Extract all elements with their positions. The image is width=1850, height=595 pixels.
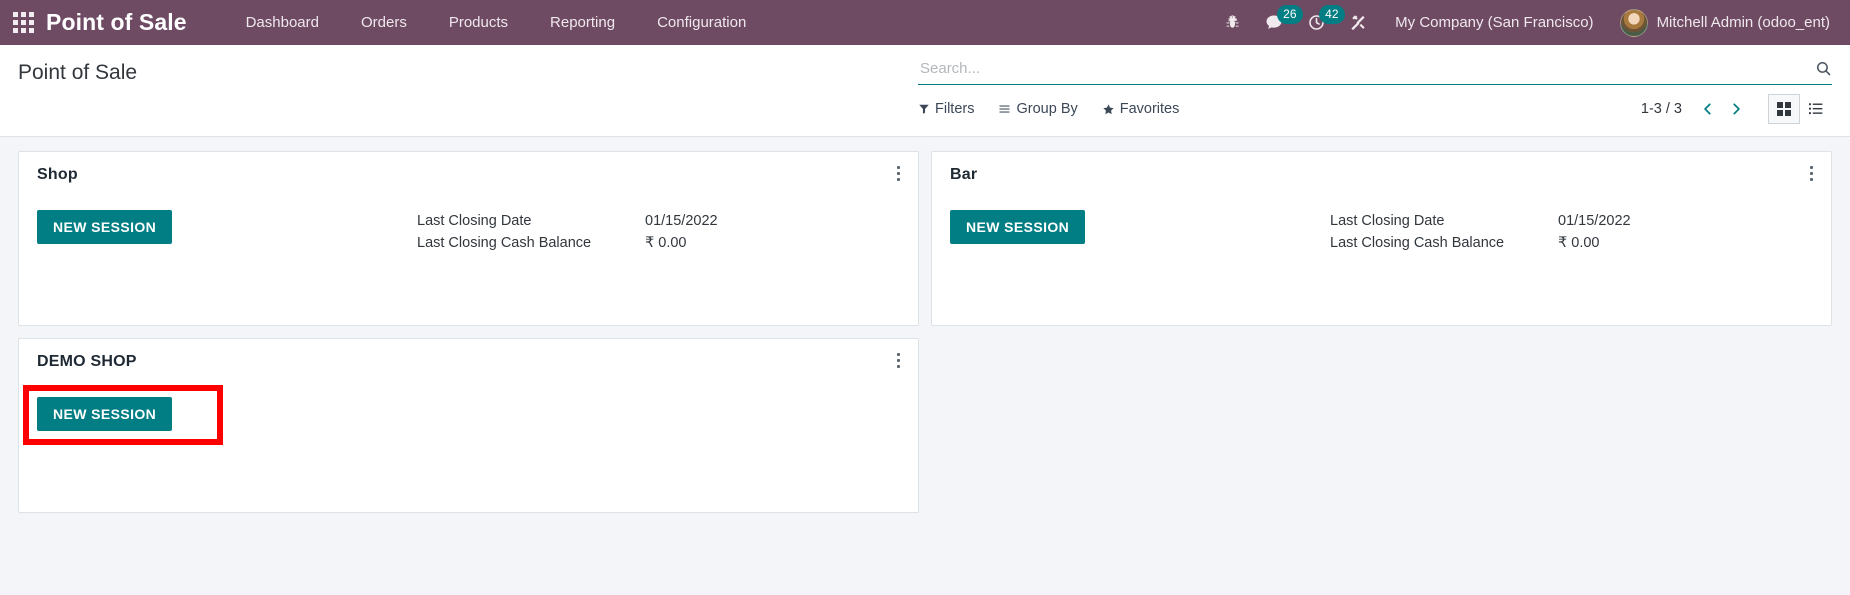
messages-icon[interactable]: 26 (1253, 0, 1303, 45)
kebab-menu-icon[interactable] (1806, 164, 1817, 183)
search-bar[interactable] (918, 55, 1832, 85)
pos-config-card[interactable]: DEMO SHOP NEW SESSION (18, 338, 919, 513)
new-session-wrapper: NEW SESSION (950, 210, 1330, 244)
group-by-button[interactable]: Group By (998, 101, 1078, 117)
control-panel: Point of Sale Filters Group By (0, 45, 1850, 137)
card-body: NEW SESSION (23, 385, 900, 445)
kebab-menu-icon[interactable] (893, 164, 904, 183)
apps-dot (12, 20, 18, 25)
apps-dot (20, 20, 26, 25)
developer-tools-icon[interactable] (1337, 0, 1379, 45)
pager-and-views: 1-3 / 3 (1641, 94, 1832, 124)
apps-grid-icon[interactable] (10, 10, 36, 36)
pos-config-card[interactable]: Shop NEW SESSION Last Closing Date 01/15… (18, 151, 919, 326)
user-menu[interactable]: Mitchell Admin (odoo_ent) (1610, 8, 1836, 37)
user-menu-label: Mitchell Admin (odoo_ent) (1656, 14, 1830, 31)
activities-clock-icon[interactable]: 42 (1295, 0, 1345, 45)
apps-dot (28, 12, 34, 17)
stat-row: Last Closing Date 01/15/2022 (1330, 210, 1631, 232)
nav-item-orders[interactable]: Orders (340, 0, 428, 45)
filters-button[interactable]: Filters (918, 101, 974, 117)
company-switcher[interactable]: My Company (San Francisco) (1379, 0, 1609, 45)
apps-dot (20, 12, 26, 17)
stat-label: Last Closing Cash Balance (1330, 235, 1505, 251)
control-panel-right: Filters Group By Favorites 1-3 / 3 (918, 45, 1832, 124)
favorites-star-icon (1103, 103, 1114, 114)
stat-value: 01/15/2022 (645, 213, 718, 229)
top-navbar: Point of Sale Dashboard Orders Products … (0, 0, 1850, 45)
card-body: NEW SESSION Last Closing Date 01/15/2022… (37, 210, 900, 254)
kanban-view-button[interactable] (1768, 94, 1800, 124)
nav-item-dashboard[interactable]: Dashboard (225, 0, 340, 45)
user-avatar (1619, 8, 1648, 37)
new-session-wrapper: NEW SESSION (23, 385, 417, 445)
card-body: NEW SESSION Last Closing Date 01/15/2022… (950, 210, 1813, 254)
apps-dot (20, 28, 26, 33)
stat-value: ₹ 0.00 (645, 235, 687, 251)
apps-dot (12, 28, 18, 33)
page-title: Point of Sale (18, 61, 138, 84)
search-icon[interactable] (1807, 60, 1832, 77)
new-session-button[interactable]: NEW SESSION (37, 397, 173, 431)
stat-label: Last Closing Cash Balance (417, 235, 592, 251)
kanban-grid-icon (1777, 102, 1791, 116)
favorites-label: Favorites (1119, 101, 1180, 117)
favorites-button[interactable]: Favorites (1102, 101, 1180, 117)
stat-row: Last Closing Cash Balance ₹ 0.00 (1330, 232, 1631, 254)
bug-icon[interactable] (1211, 0, 1253, 45)
app-brand-title[interactable]: Point of Sale (46, 9, 187, 36)
kanban-column: Shop NEW SESSION Last Closing Date 01/15… (12, 151, 925, 338)
new-session-button[interactable]: NEW SESSION (950, 210, 1086, 244)
kanban-column: Bar NEW SESSION Last Closing Date 01/15/… (925, 151, 1838, 338)
group-by-lines-icon (999, 105, 1010, 113)
chevron-right-icon (1733, 103, 1740, 115)
card-title: DEMO SHOP (37, 353, 137, 370)
chevron-left-icon (1704, 103, 1711, 115)
card-title: Shop (37, 166, 78, 183)
kanban-container: Shop NEW SESSION Last Closing Date 01/15… (0, 137, 1850, 595)
stat-value: ₹ 0.00 (1558, 235, 1600, 251)
nav-item-products[interactable]: Products (428, 0, 529, 45)
kanban-column: DEMO SHOP NEW SESSION (12, 338, 925, 525)
apps-dot (28, 20, 34, 25)
stat-row: Last Closing Date 01/15/2022 (417, 210, 718, 232)
navbar-right-tools: 26 42 My Company (San Francisco) Mitchel… (1211, 0, 1836, 45)
pager-count: 1-3 / 3 (1640, 101, 1682, 117)
filter-funnel-icon (919, 104, 929, 114)
search-facets-row: Filters Group By Favorites 1-3 / 3 (918, 94, 1832, 124)
group-by-label: Group By (1016, 101, 1078, 117)
card-stats: Last Closing Date 01/15/2022 Last Closin… (417, 210, 718, 254)
card-stats: Last Closing Date 01/15/2022 Last Closin… (1330, 210, 1631, 254)
list-icon (1809, 103, 1823, 115)
nav-item-configuration[interactable]: Configuration (636, 0, 767, 45)
apps-dot (28, 28, 34, 33)
pager-next-button[interactable] (1722, 96, 1750, 122)
stat-row: Last Closing Cash Balance ₹ 0.00 (417, 232, 718, 254)
card-title: Bar (950, 166, 978, 183)
new-session-button[interactable]: NEW SESSION (37, 210, 173, 244)
list-view-button[interactable] (1800, 94, 1832, 124)
view-switcher (1768, 94, 1832, 124)
new-session-wrapper: NEW SESSION (37, 210, 417, 244)
stat-label: Last Closing Date (1330, 213, 1445, 229)
pager-previous-button[interactable] (1694, 96, 1722, 122)
navbar-menu: Dashboard Orders Products Reporting Conf… (225, 0, 768, 45)
pos-config-card[interactable]: Bar NEW SESSION Last Closing Date 01/15/… (931, 151, 1832, 326)
stat-value: 01/15/2022 (1558, 213, 1631, 229)
nav-item-reporting[interactable]: Reporting (529, 0, 636, 45)
stat-label: Last Closing Date (417, 213, 532, 229)
apps-dot (12, 12, 18, 17)
filters-label: Filters (935, 101, 975, 117)
search-input[interactable] (918, 60, 1807, 77)
kebab-menu-icon[interactable] (893, 351, 904, 370)
